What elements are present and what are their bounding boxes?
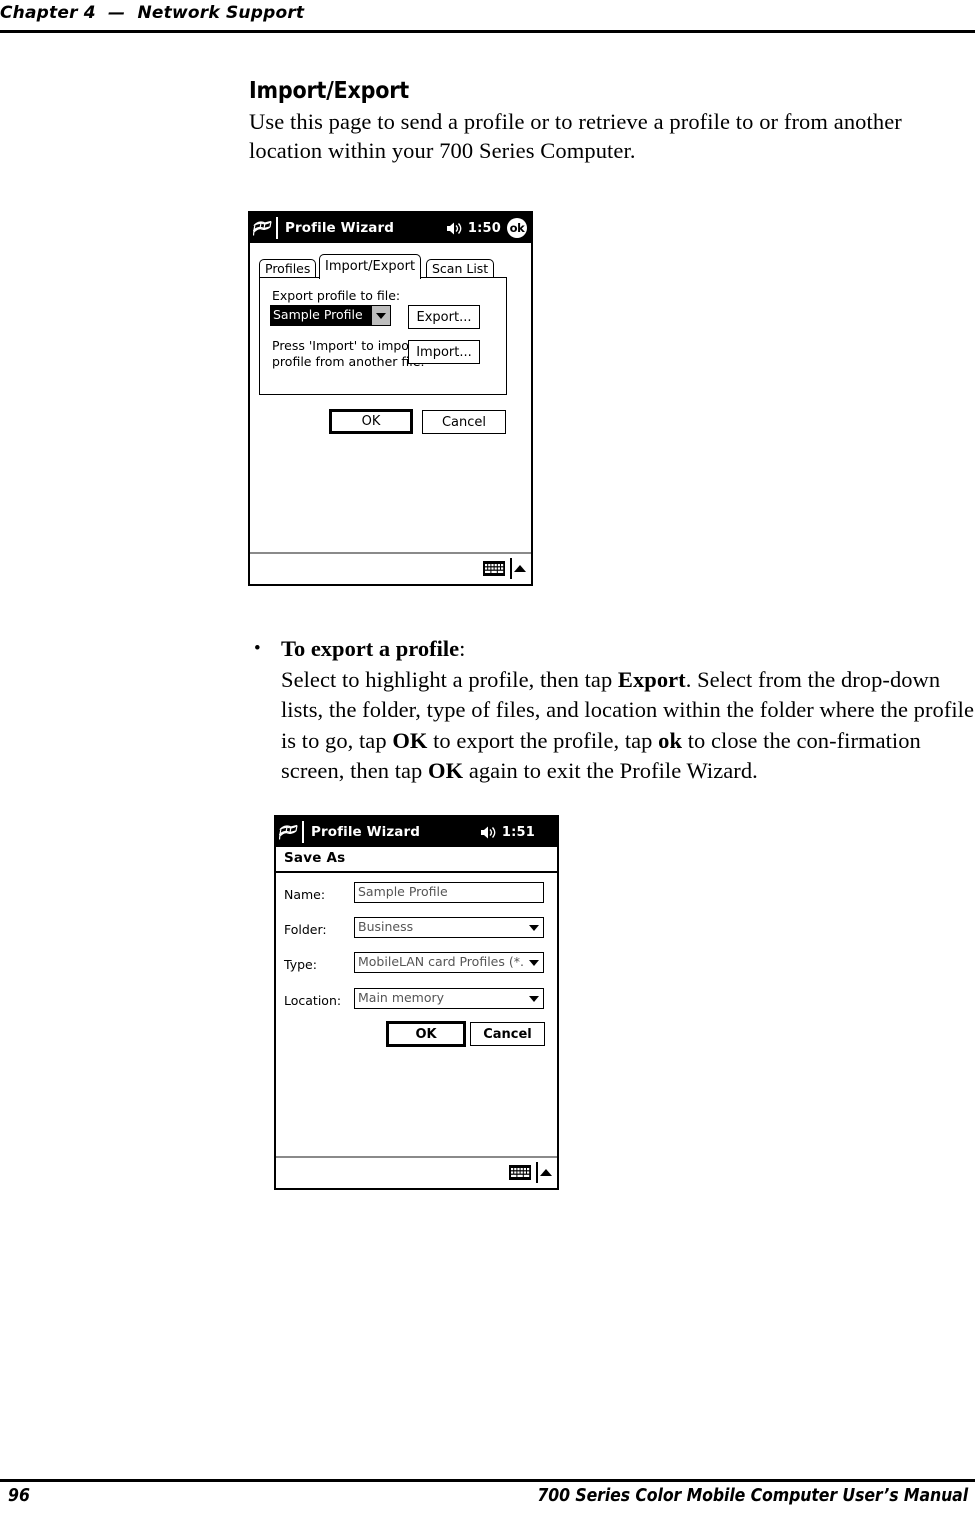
keyboard-icon[interactable] <box>509 1165 531 1180</box>
chevron-down-icon[interactable] <box>525 989 543 1008</box>
import-button[interactable]: Import... <box>408 340 480 364</box>
bullet-body-bold3: ok <box>658 727 683 753</box>
titlebar: Profile Wizard 1:51 <box>276 817 557 847</box>
speaker-icon[interactable] <box>480 825 496 840</box>
bullet-marker: • <box>254 638 261 659</box>
dialog-header: Save As <box>276 847 557 873</box>
bullet-body-seg5: again to exit the Profile Wizard. <box>463 758 758 783</box>
clock: 1:51 <box>501 824 535 840</box>
titlebar: Profile Wizard 1:50 ok <box>250 213 531 243</box>
name-label: Name: <box>284 887 326 902</box>
up-arrow-icon[interactable] <box>540 1169 552 1176</box>
keyboard-icon[interactable] <box>483 561 505 576</box>
bullet-body-bold4: OK <box>428 758 464 783</box>
location-label: Location: <box>284 993 342 1008</box>
sip-divider <box>510 558 512 579</box>
running-head: Chapter 4 — Network Support <box>0 3 305 23</box>
import-export-panel: Export profile to file: Sample Profile E… <box>259 277 507 395</box>
sip-bar <box>250 552 531 584</box>
cancel-button[interactable]: Cancel <box>422 410 506 434</box>
folder-label: Folder: <box>284 922 327 937</box>
screen-body: Save As Name: Sample Profile Folder: Bus… <box>276 847 557 1188</box>
section-content: Import/Export Use this page to send a pr… <box>249 78 975 165</box>
windows-flag-icon <box>250 213 276 243</box>
type-select[interactable]: MobileLAN card Profiles (*. <box>354 952 544 973</box>
profile-select-value: Sample Profile <box>271 306 372 325</box>
sip-divider <box>536 1162 538 1183</box>
page-number: 96 <box>8 1486 30 1506</box>
titlebar-status-area: 1:51 <box>480 817 535 847</box>
tab-strip: Profiles Import/Export Scan List <box>259 254 525 279</box>
cancel-button[interactable]: Cancel <box>470 1022 545 1046</box>
bullet-body: Select to highlight a profile, then tap … <box>281 665 975 787</box>
page-title: Import/Export <box>249 78 409 104</box>
chevron-down-icon[interactable] <box>525 953 543 972</box>
import-instruction-line2: profile from another file: <box>272 354 425 369</box>
ok-button[interactable]: OK <box>386 1021 466 1047</box>
folder-select[interactable]: Business <box>354 917 544 938</box>
export-profile-label: Export profile to file: <box>272 288 401 303</box>
device-screenshot-save-as: Profile Wizard 1:51 Save As Name: Sample… <box>274 815 559 1190</box>
dialog-title: Save As <box>284 850 346 866</box>
tab-profiles[interactable]: Profiles <box>259 259 317 278</box>
bullet-body-seg3: to export the profile, tap <box>427 727 659 753</box>
bullet-heading: To export a profile <box>281 636 460 661</box>
chevron-down-icon[interactable] <box>525 918 543 937</box>
type-label: Type: <box>284 957 317 972</box>
titlebar-divider <box>276 217 278 239</box>
app-title: Profile Wizard <box>285 220 395 236</box>
device-screenshot-import-export: Profile Wizard 1:50 ok Profiles Import/E… <box>248 211 533 586</box>
sip-bar <box>276 1156 557 1188</box>
bullet-body-seg1: Select to highlight a profile, then tap <box>281 666 618 692</box>
titlebar-divider <box>302 821 304 843</box>
app-title: Profile Wizard <box>311 824 421 840</box>
folder-select-value: Business <box>358 919 414 934</box>
footer-rule <box>0 1479 975 1482</box>
speaker-icon[interactable] <box>446 221 462 236</box>
name-field[interactable]: Sample Profile <box>354 882 544 903</box>
bullet-body-bold1: Export <box>617 666 686 692</box>
import-instruction-line1: Press 'Import' to import a <box>272 338 431 353</box>
ok-close-button[interactable]: ok <box>507 218 527 238</box>
screen-body: Profiles Import/Export Scan List Export … <box>250 243 531 584</box>
windows-flag-icon <box>276 817 302 847</box>
up-arrow-icon[interactable] <box>514 565 526 572</box>
tab-import-export[interactable]: Import/Export <box>319 254 422 279</box>
manual-title: 700 Series Color Mobile Computer User’s … <box>537 1486 968 1506</box>
location-select-value: Main memory <box>358 990 445 1005</box>
location-select[interactable]: Main memory <box>354 988 544 1009</box>
clock: 1:50 <box>467 220 501 236</box>
export-button[interactable]: Export... <box>408 305 480 329</box>
titlebar-status-area: 1:50 ok <box>446 213 527 243</box>
bullet-body-bold2: OK <box>392 727 428 753</box>
profile-select[interactable]: Sample Profile <box>270 305 391 326</box>
chevron-down-icon[interactable] <box>372 306 390 325</box>
tab-scan-list[interactable]: Scan List <box>426 259 495 278</box>
page-footer: 96 700 Series Color Mobile Computer User… <box>0 1483 975 1515</box>
intro-paragraph: Use this page to send a profile or to re… <box>249 109 902 163</box>
type-select-value: MobileLAN card Profiles (*. <box>358 954 524 969</box>
export-instructions: • To export a profile: Select to highlig… <box>249 634 975 787</box>
bullet-heading-colon: : <box>459 636 466 661</box>
ok-button[interactable]: OK <box>329 409 413 434</box>
header-rule <box>0 30 975 33</box>
